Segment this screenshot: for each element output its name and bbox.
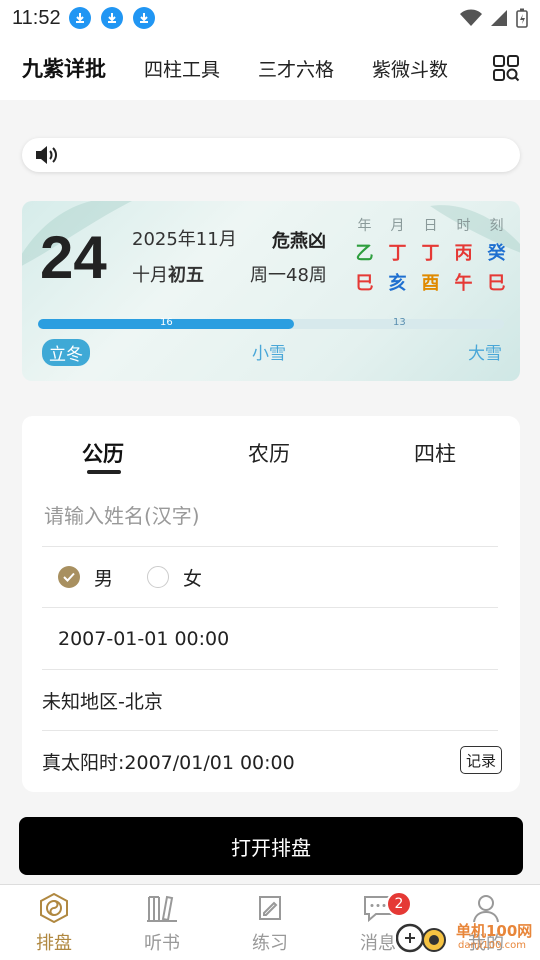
download-icon	[68, 7, 91, 29]
speaker-icon[interactable]	[34, 144, 60, 166]
solar-terms: 立冬 小雪 大雪	[42, 339, 502, 366]
heavenly-stem: 丁	[388, 243, 407, 264]
battery-icon	[516, 8, 528, 28]
tab-gregorian[interactable]: 公历	[82, 438, 124, 468]
bottom-nav-label: 听书	[144, 933, 180, 954]
heavenly-stem: 丁	[421, 243, 440, 264]
watermark: 单机100网 danji100.com	[396, 918, 536, 958]
earthly-branch: 午	[454, 273, 473, 294]
earthly-branch: 酉	[421, 273, 440, 294]
nav-ziwei-doushu[interactable]: 紫微斗数	[372, 55, 448, 82]
nav-sancai-liuge[interactable]: 三才六格	[258, 55, 334, 82]
earthly-branch: 巳	[355, 273, 374, 294]
solar-term-progress: 16 13	[38, 317, 504, 329]
pillar-header: 月	[390, 218, 405, 234]
download-icon	[132, 7, 155, 29]
pillar-header: 日	[423, 218, 438, 234]
nav-sizhu-tools[interactable]: 四柱工具	[144, 55, 220, 82]
bottom-nav-label: 练习	[252, 933, 288, 954]
signal-icon	[491, 10, 507, 26]
bottom-nav-paipan[interactable]: 排盘	[19, 892, 89, 955]
input-form-card: 公历 农历 四柱 男 女 2007-01-01 00:00 未知地区-北京 真太…	[22, 416, 520, 792]
male-label[interactable]: 男	[94, 564, 113, 591]
heavenly-stem: 癸	[487, 243, 506, 264]
name-row	[42, 486, 498, 547]
solar-time-row: 真太阳时:2007/01/01 00:00	[42, 731, 498, 791]
earthly-branch: 巳	[487, 273, 506, 294]
male-radio[interactable]	[58, 566, 80, 588]
next-term: 小雪	[252, 344, 286, 364]
active-tab-indicator	[87, 470, 121, 474]
lunar-day: 初五	[168, 265, 204, 286]
brand-title[interactable]: 九紫详批	[22, 53, 106, 83]
watermark-url: danji100.com	[458, 940, 526, 951]
bottom-nav-listen[interactable]: 听书	[127, 893, 197, 955]
message-count-badge: 2	[386, 891, 412, 917]
four-pillars-grid: 年月日时刻乙丁丁丙癸巳亥酉午巳	[348, 215, 513, 295]
pillar-header: 时	[456, 218, 471, 234]
watermark-text: 单机100网	[456, 922, 533, 940]
current-day: 24	[40, 224, 107, 291]
books-icon	[147, 895, 177, 922]
datetime-row[interactable]: 2007-01-01 00:00	[42, 608, 498, 670]
female-radio[interactable]	[147, 566, 170, 588]
location-row[interactable]: 未知地区-北京	[42, 670, 498, 731]
grid-menu-icon[interactable]	[492, 54, 520, 82]
calendar-card: 24 2025年11月 十月初五 危燕凶 周一48周 年月日时刻乙丁丁丙癸巳亥酉…	[22, 201, 520, 381]
bagua-icon	[40, 892, 68, 924]
bottom-nav-practice[interactable]: 练习	[235, 893, 305, 955]
year-month: 2025年11月	[132, 229, 237, 250]
lunar-month: 十月	[132, 265, 168, 286]
top-nav: 九紫详批 四柱工具 三才六格 紫微斗数	[0, 36, 540, 100]
week-info: 周一48周	[250, 265, 327, 286]
days-elapsed: 16	[160, 317, 173, 328]
gender-row: 男 女	[42, 547, 498, 608]
birth-datetime[interactable]: 2007-01-01 00:00	[58, 628, 229, 650]
following-term: 大雪	[468, 344, 502, 364]
heavenly-stem: 乙	[355, 243, 374, 264]
status-bar: 11:52	[0, 0, 540, 36]
tab-lunar[interactable]: 农历	[248, 438, 290, 468]
status-time: 11:52	[12, 6, 61, 29]
earthly-branch: 亥	[388, 273, 407, 294]
true-solar-time: 真太阳时:2007/01/01 00:00	[42, 751, 295, 774]
record-button[interactable]: 记录	[460, 746, 502, 774]
wifi-icon	[460, 9, 482, 26]
open-chart-button[interactable]: 打开排盘	[19, 817, 523, 875]
calendar-type-tabs: 公历 农历 四柱	[22, 416, 520, 480]
female-label[interactable]: 女	[183, 564, 202, 591]
watermark-logo-icon	[396, 923, 446, 953]
edit-icon	[259, 896, 281, 920]
pillar-header: 年	[357, 218, 372, 234]
name-input[interactable]	[42, 503, 498, 529]
current-term: 立冬	[42, 339, 90, 366]
tab-four-pillars[interactable]: 四柱	[414, 438, 456, 468]
bottom-nav-label: 排盘	[36, 933, 72, 954]
day-omen: 危燕凶	[272, 231, 326, 252]
birth-location[interactable]: 未知地区-北京	[42, 687, 163, 714]
download-icon	[100, 7, 123, 29]
lunar-date: 十月初五	[132, 261, 204, 287]
audio-bar[interactable]	[22, 138, 520, 172]
pillar-header: 刻	[489, 218, 504, 234]
heavenly-stem: 丙	[454, 243, 473, 264]
days-remaining: 13	[393, 317, 406, 328]
